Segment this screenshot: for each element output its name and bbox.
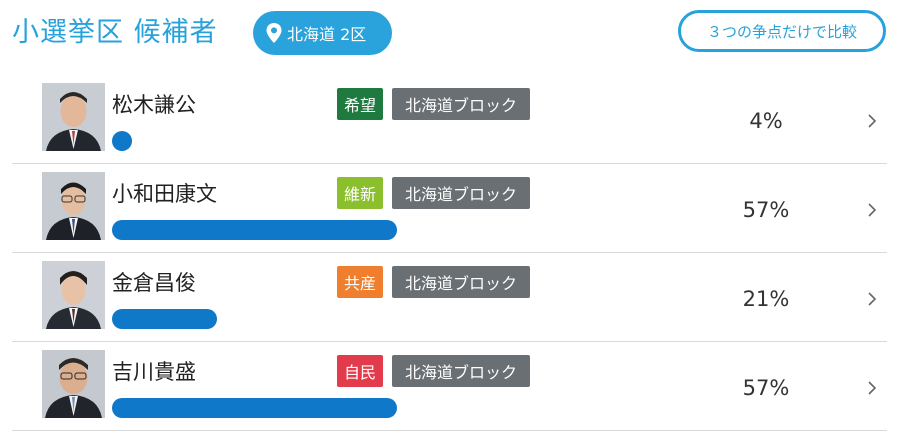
chevron-right-icon — [865, 290, 879, 308]
support-percent: 21% — [742, 287, 790, 311]
chevron-right-icon — [865, 379, 879, 397]
candidate-row[interactable]: 小和田康文 維新 北海道ブロック 57% — [12, 164, 887, 253]
location-pin-icon — [265, 22, 283, 44]
candidate-photo — [42, 83, 105, 151]
support-bar — [112, 309, 217, 329]
chevron-right-icon — [865, 201, 879, 219]
candidate-name: 吉川貴盛 — [112, 360, 196, 384]
page-header: 小選挙区 候補者 北海道 2区 ３つの争点だけで比較 — [0, 0, 899, 64]
candidate-name: 小和田康文 — [112, 182, 217, 206]
party-badge: 希望 — [337, 88, 384, 120]
district-chip[interactable]: 北海道 2区 — [253, 11, 392, 55]
candidate-photo — [42, 350, 105, 418]
block-badge: 北海道ブロック — [392, 355, 530, 387]
support-bar — [112, 131, 132, 151]
party-badge: 共産 — [337, 266, 384, 298]
block-badge: 北海道ブロック — [392, 88, 530, 120]
candidate-photo — [42, 172, 105, 240]
candidate-row[interactable]: 松木謙公 希望 北海道ブロック 4% — [12, 75, 887, 164]
block-badge: 北海道ブロック — [392, 266, 530, 298]
compare-button[interactable]: ３つの争点だけで比較 — [678, 10, 886, 52]
candidate-name: 松木謙公 — [112, 93, 196, 117]
support-percent: 57% — [742, 376, 790, 400]
candidate-photo — [42, 261, 105, 329]
block-badge: 北海道ブロック — [392, 177, 530, 209]
candidate-row[interactable]: 吉川貴盛 自民 北海道ブロック 57% — [12, 342, 887, 431]
page-title: 小選挙区 候補者 — [12, 17, 218, 48]
party-badge: 維新 — [337, 177, 384, 209]
candidate-name: 金倉昌俊 — [112, 271, 196, 295]
support-percent: 57% — [742, 198, 790, 222]
candidate-list: 松木謙公 希望 北海道ブロック 4% 小和田康文 維新 北海道ブロック 57% — [12, 75, 887, 431]
chevron-right-icon — [865, 112, 879, 130]
candidate-row[interactable]: 金倉昌俊 共産 北海道ブロック 21% — [12, 253, 887, 342]
support-bar — [112, 398, 397, 418]
support-bar — [112, 220, 397, 240]
party-badge: 自民 — [337, 355, 384, 387]
district-label: 北海道 2区 — [287, 25, 367, 44]
support-percent: 4% — [749, 109, 783, 133]
